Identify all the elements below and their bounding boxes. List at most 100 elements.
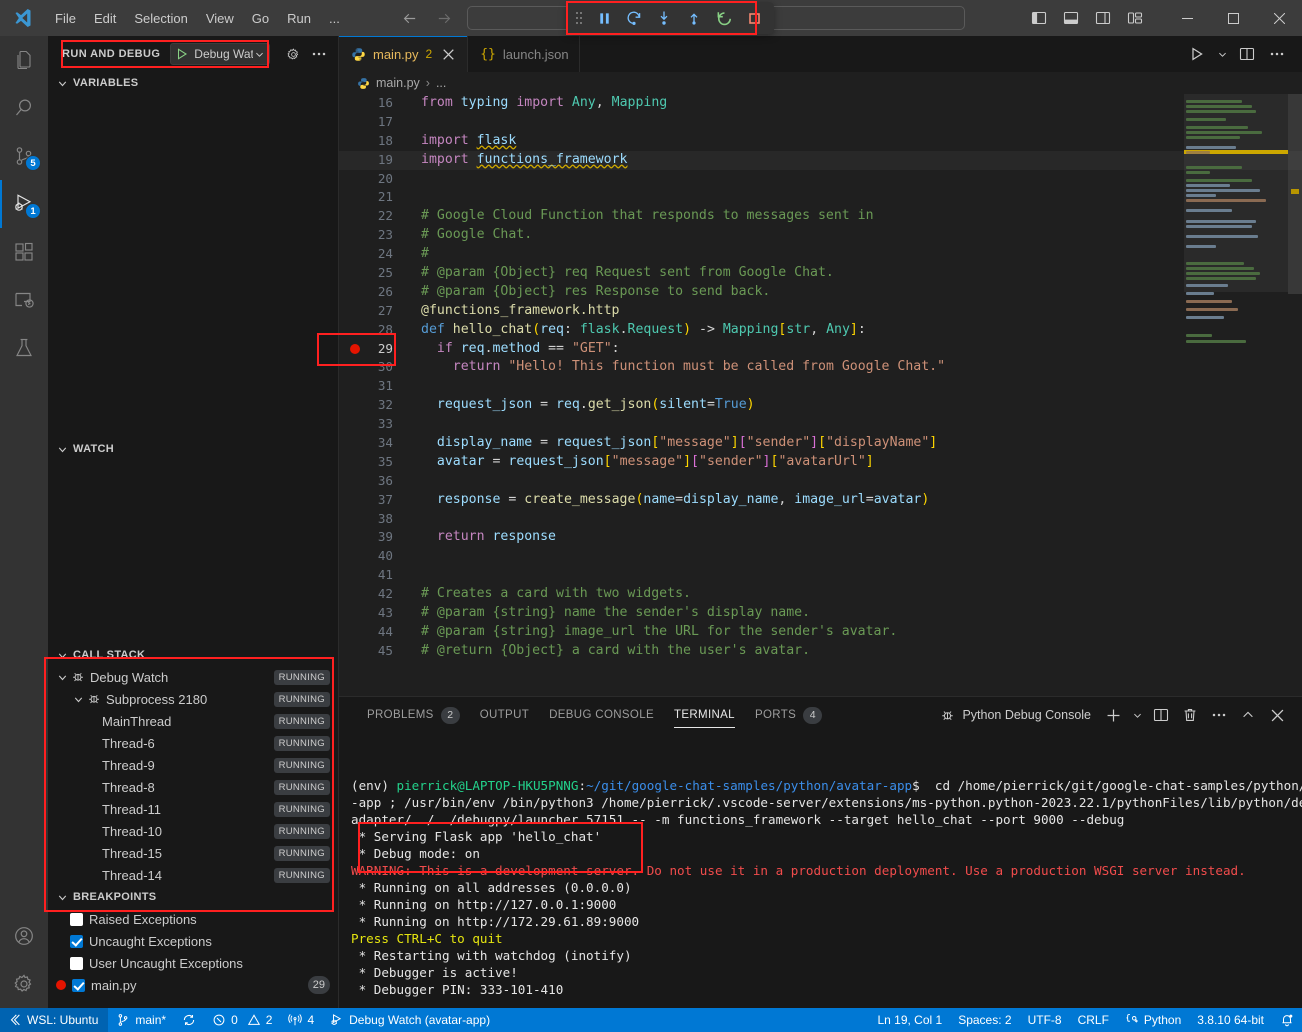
code-editor[interactable]: 16from typing import Any, Mapping1718imp… [339, 94, 1302, 696]
code-line[interactable]: 28def hello_chat(req: flask.Request) -> … [339, 321, 1302, 340]
line-content[interactable]: import functions_framework [407, 151, 627, 170]
section-header-call-stack[interactable]: CALL STACK [48, 644, 338, 666]
sidebar-item-source-control[interactable]: 5 [0, 132, 48, 180]
line-content[interactable]: # @param {Object} req Request sent from … [407, 264, 834, 283]
line-content[interactable]: response = create_message(name=display_n… [407, 491, 929, 510]
call-stack-row[interactable]: Thread-6RUNNING [48, 732, 338, 754]
chevron-down-icon[interactable] [1214, 41, 1230, 67]
step-over-icon[interactable] [620, 5, 648, 31]
line-content[interactable]: # Google Chat. [407, 226, 532, 245]
code-line[interactable]: 34 display_name = request_json["message"… [339, 434, 1302, 453]
minimize-button[interactable] [1164, 0, 1210, 36]
breadcrumb-symbol[interactable]: ... [436, 76, 446, 90]
tab-ports[interactable]: PORTS 4 [745, 697, 832, 733]
editor-scrollbar[interactable] [1288, 94, 1302, 696]
code-line[interactable]: 40 [339, 547, 1302, 566]
line-content[interactable]: return "Hello! This function must be cal… [407, 358, 945, 377]
menu-view[interactable]: View [197, 8, 243, 29]
active-terminal-name[interactable]: Python Debug Console [940, 708, 1091, 723]
code-line[interactable]: 25# @param {Object} req Request sent fro… [339, 264, 1302, 283]
tab-main-py[interactable]: main.py 2 [339, 36, 468, 72]
call-stack-row[interactable]: Thread-8RUNNING [48, 776, 338, 798]
tab-terminal[interactable]: TERMINAL [664, 697, 745, 733]
accounts-button[interactable] [0, 912, 48, 960]
chevron-down-icon[interactable] [54, 669, 70, 685]
manage-settings-button[interactable] [0, 960, 48, 1008]
status-problems[interactable]: 0 2 [204, 1008, 280, 1032]
step-into-icon[interactable] [650, 5, 678, 31]
toggle-panel-icon[interactable] [1060, 7, 1082, 29]
code-line[interactable]: 20 [339, 170, 1302, 189]
line-content[interactable]: # [407, 245, 429, 264]
menu-bar[interactable]: File Edit Selection View Go Run ... [46, 8, 349, 29]
code-line[interactable]: 38 [339, 510, 1302, 529]
menu-edit[interactable]: Edit [85, 8, 125, 29]
start-debugging-icon[interactable] [175, 47, 189, 61]
code-line[interactable]: 42# Creates a card with two widgets. [339, 585, 1302, 604]
status-encoding[interactable]: UTF-8 [1020, 1008, 1070, 1032]
section-header-variables[interactable]: VARIABLES [48, 72, 338, 94]
line-content[interactable]: # @param {string} image_url the URL for … [407, 623, 897, 642]
close-window-button[interactable] [1256, 0, 1302, 36]
code-line[interactable]: 27@functions_framework.http [339, 302, 1302, 321]
breadcrumb[interactable]: main.py › ... [339, 72, 1302, 94]
menu-file[interactable]: File [46, 8, 85, 29]
section-header-breakpoints[interactable]: BREAKPOINTS [48, 886, 338, 908]
minimap[interactable] [1184, 94, 1288, 696]
line-content[interactable]: import flask [407, 132, 516, 151]
code-line[interactable]: 43# @param {string} name the sender's di… [339, 604, 1302, 623]
code-line[interactable]: 31 [339, 377, 1302, 396]
code-line[interactable]: 16from typing import Any, Mapping [339, 94, 1302, 113]
line-content[interactable]: def hello_chat(req: flask.Request) -> Ma… [407, 321, 866, 340]
status-eol[interactable]: CRLF [1070, 1008, 1117, 1032]
code-line[interactable]: 18import flask [339, 132, 1302, 151]
line-content[interactable]: # @return {Object} a card with the user'… [407, 642, 810, 661]
chevron-down-icon[interactable] [1129, 702, 1145, 728]
code-line[interactable]: 29 if req.method == "GET": [339, 340, 1302, 359]
code-line[interactable]: 33 [339, 415, 1302, 434]
breadcrumb-file[interactable]: main.py [376, 76, 420, 90]
status-sync-changes[interactable] [174, 1008, 204, 1032]
line-content[interactable]: # @param {string} name the sender's disp… [407, 604, 810, 623]
menu-run[interactable]: Run [278, 8, 320, 29]
code-line[interactable]: 30 return "Hello! This function must be … [339, 358, 1302, 377]
menu-selection[interactable]: Selection [125, 8, 196, 29]
new-terminal-icon[interactable] [1100, 702, 1126, 728]
tab-debug-console[interactable]: DEBUG CONSOLE [539, 697, 664, 733]
menu-more[interactable]: ... [320, 8, 349, 29]
code-line[interactable]: 24# [339, 245, 1302, 264]
status-branch[interactable]: main* [108, 1008, 174, 1032]
status-editor-position[interactable]: Ln 19, Col 1 [869, 1008, 950, 1032]
split-terminal-icon[interactable] [1148, 702, 1174, 728]
code-line[interactable]: 41 [339, 566, 1302, 585]
tab-launch-json[interactable]: {} launch.json [468, 36, 579, 72]
code-line[interactable]: 45# @return {Object} a card with the use… [339, 642, 1302, 661]
call-stack-row[interactable]: Debug WatchRUNNING [48, 666, 338, 688]
terminal-output[interactable]: (env) pierrick@LAPTOP-HKU5PNNG:~/git/goo… [339, 733, 1302, 1008]
maximize-button[interactable] [1210, 0, 1256, 36]
status-indentation[interactable]: Spaces: 2 [950, 1008, 1019, 1032]
breakpoint-checkbox[interactable] [70, 957, 83, 970]
call-stack-row[interactable]: Thread-15RUNNING [48, 842, 338, 864]
breakpoint-checkbox[interactable] [70, 935, 83, 948]
code-line[interactable]: 36 [339, 472, 1302, 491]
breakpoint-row[interactable]: main.py29 [48, 974, 338, 996]
breakpoint-dot-icon[interactable] [350, 344, 360, 354]
line-content[interactable]: if req.method == "GET": [407, 340, 620, 359]
sidebar-item-testing[interactable] [0, 324, 48, 372]
breakpoint-gutter[interactable] [339, 344, 371, 354]
scrollbar-thumb[interactable] [1288, 94, 1302, 294]
stop-icon[interactable] [740, 5, 768, 31]
status-remote-indicator[interactable]: WSL: Ubuntu [0, 1008, 108, 1032]
code-line[interactable]: 39 return response [339, 528, 1302, 547]
status-notifications[interactable] [1272, 1008, 1302, 1032]
call-stack-row[interactable]: Thread-10RUNNING [48, 820, 338, 842]
line-content[interactable]: # @param {Object} res Response to send b… [407, 283, 770, 302]
call-stack-row[interactable]: Thread-11RUNNING [48, 798, 338, 820]
call-stack-row[interactable]: Thread-14RUNNING [48, 864, 338, 886]
breakpoint-checkbox[interactable] [70, 913, 83, 926]
open-launch-settings-icon[interactable] [282, 43, 304, 65]
menu-go[interactable]: Go [243, 8, 278, 29]
chevron-down-icon[interactable] [254, 49, 265, 60]
line-content[interactable]: # Google Cloud Function that responds to… [407, 207, 874, 226]
